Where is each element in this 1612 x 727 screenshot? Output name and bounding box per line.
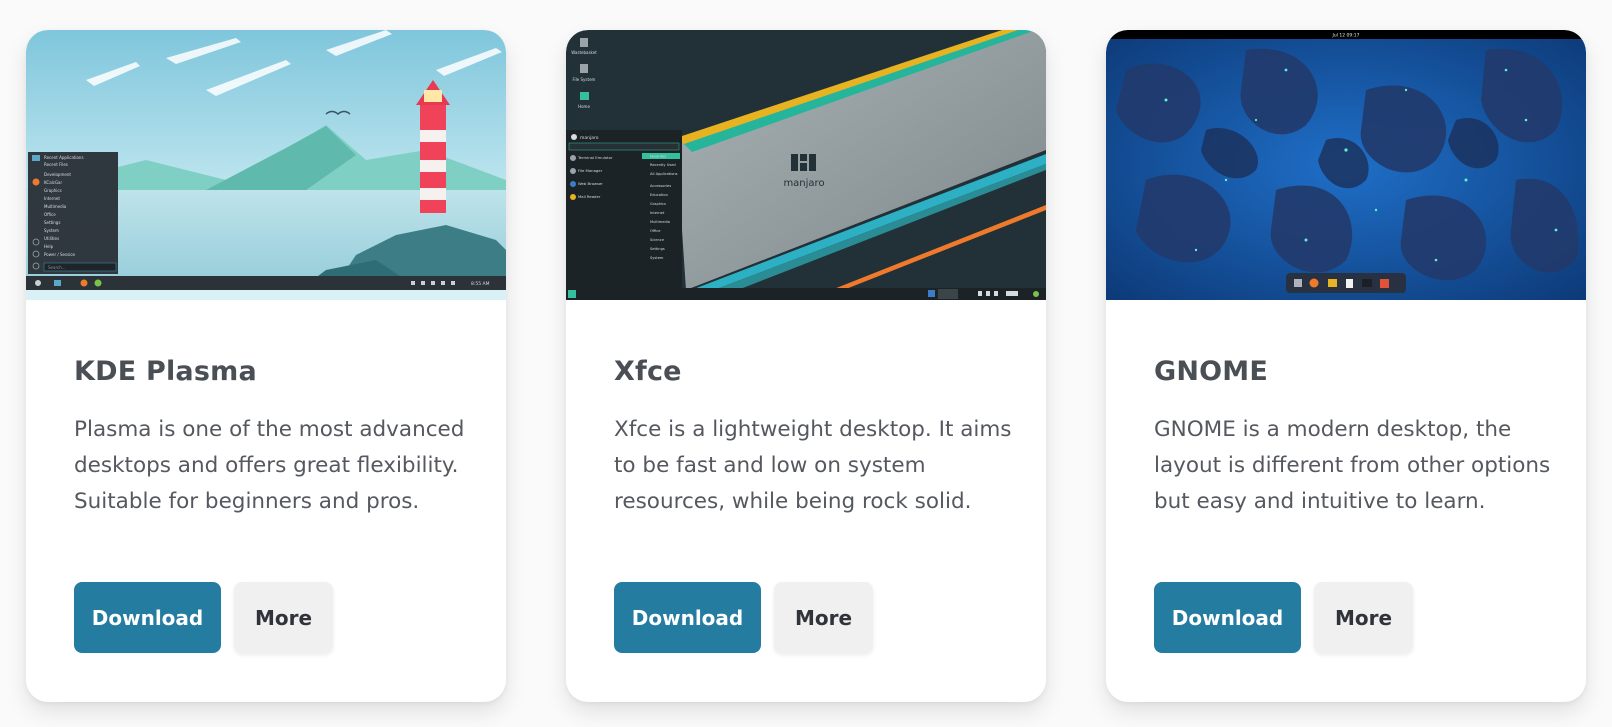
svg-text:Recent Files: Recent Files xyxy=(44,162,68,167)
svg-text:Office: Office xyxy=(44,212,56,217)
svg-text:Search...: Search... xyxy=(48,265,66,270)
card-kde-plasma: Recent Applications Recent Files Develop… xyxy=(26,30,506,702)
gnome-desktop-image: Jul 12 09:17 xyxy=(1106,30,1586,300)
svg-text:System: System xyxy=(650,256,664,260)
svg-text:Multimedia: Multimedia xyxy=(44,204,67,209)
gnome-screenshot: Jul 12 09:17 xyxy=(1106,30,1586,300)
svg-text:Recent Applications: Recent Applications xyxy=(44,155,84,160)
svg-text:Graphics: Graphics xyxy=(44,188,62,193)
download-button[interactable]: Download xyxy=(1154,582,1301,653)
svg-text:Power / Session: Power / Session xyxy=(44,252,76,257)
svg-text:Internet: Internet xyxy=(650,211,665,215)
card-gnome: Jul 12 09:17 GNOME GNOME is a modern des… xyxy=(1106,30,1586,702)
svg-text:8:55 AM: 8:55 AM xyxy=(471,281,490,287)
svg-text:Multimedia: Multimedia xyxy=(650,220,670,224)
svg-text:manjaro: manjaro xyxy=(580,135,599,141)
svg-text:Wastebasket: Wastebasket xyxy=(571,50,597,55)
svg-text:Science: Science xyxy=(650,238,665,242)
svg-text:Settings: Settings xyxy=(650,247,665,251)
svg-text:Help: Help xyxy=(44,244,54,249)
svg-text:Terminal Emulator: Terminal Emulator xyxy=(577,155,613,160)
kde-plasma-screenshot: Recent Applications Recent Files Develop… xyxy=(26,30,506,300)
download-button[interactable]: Download xyxy=(614,582,761,653)
svg-text:Favorites: Favorites xyxy=(650,155,666,159)
more-button[interactable]: More xyxy=(1314,582,1413,653)
card-xfce: manjaro Wastebasket File System Home man… xyxy=(566,30,1046,702)
xfce-panel xyxy=(566,288,1046,300)
svg-text:System: System xyxy=(44,228,59,233)
svg-text:manjaro: manjaro xyxy=(783,178,824,189)
download-button[interactable]: Download xyxy=(74,582,221,653)
svg-text:Accessories: Accessories xyxy=(650,184,671,188)
svg-text:Education: Education xyxy=(650,193,668,197)
svg-text:KCalcGar: KCalcGar xyxy=(44,180,63,185)
svg-text:Office: Office xyxy=(650,229,661,233)
kde-desktop-image: Recent Applications Recent Files Develop… xyxy=(26,30,506,300)
svg-text:Recently Used: Recently Used xyxy=(650,163,676,167)
card-description: GNOME is a modern desktop, the layout is… xyxy=(1154,417,1551,514)
svg-text:Graphics: Graphics xyxy=(650,202,666,206)
card-description: Plasma is one of the most advanced deskt… xyxy=(74,417,465,514)
card-title: GNOME xyxy=(1154,356,1269,387)
card-description: Xfce is a lightweight desktop. It aims t… xyxy=(614,417,1012,514)
card-title: KDE Plasma xyxy=(74,356,257,387)
xfce-desktop-image: manjaro Wastebasket File System Home man… xyxy=(566,30,1046,300)
svg-text:Mail Reader: Mail Reader xyxy=(578,194,601,199)
svg-text:All Applications: All Applications xyxy=(650,172,678,176)
svg-text:File System: File System xyxy=(573,77,596,82)
xfce-screenshot: manjaro Wastebasket File System Home man… xyxy=(566,30,1046,300)
svg-text:Development: Development xyxy=(44,172,71,177)
more-button[interactable]: More xyxy=(234,582,333,653)
svg-text:Web Browser: Web Browser xyxy=(578,181,603,186)
svg-text:Utilities: Utilities xyxy=(44,236,59,241)
svg-text:Settings: Settings xyxy=(44,220,60,225)
svg-text:File Manager: File Manager xyxy=(578,168,603,173)
more-button[interactable]: More xyxy=(774,582,873,653)
svg-text:Jul 12 09:17: Jul 12 09:17 xyxy=(1332,33,1360,39)
svg-text:Home: Home xyxy=(578,104,590,109)
card-title: Xfce xyxy=(614,356,682,387)
svg-text:Internet: Internet xyxy=(44,196,60,201)
